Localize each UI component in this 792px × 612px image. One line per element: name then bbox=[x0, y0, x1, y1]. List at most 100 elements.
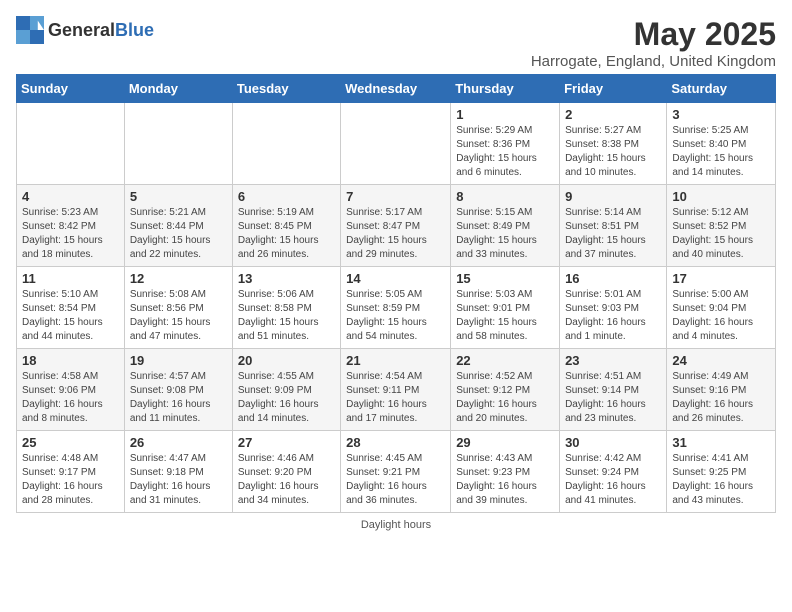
calendar-cell: 15Sunrise: 5:03 AM Sunset: 9:01 PM Dayli… bbox=[451, 267, 560, 349]
calendar-cell: 12Sunrise: 5:08 AM Sunset: 8:56 PM Dayli… bbox=[124, 267, 232, 349]
calendar-cell: 9Sunrise: 5:14 AM Sunset: 8:51 PM Daylig… bbox=[560, 185, 667, 267]
day-number: 1 bbox=[456, 107, 554, 122]
day-info: Sunrise: 4:45 AM Sunset: 9:21 PM Dayligh… bbox=[346, 452, 445, 508]
day-info: Sunrise: 5:14 AM Sunset: 8:51 PM Dayligh… bbox=[565, 206, 661, 262]
day-info: Sunrise: 5:21 AM Sunset: 8:44 PM Dayligh… bbox=[130, 206, 227, 262]
day-info: Sunrise: 5:29 AM Sunset: 8:36 PM Dayligh… bbox=[456, 124, 554, 180]
calendar-cell bbox=[17, 103, 125, 185]
day-info: Sunrise: 4:54 AM Sunset: 9:11 PM Dayligh… bbox=[346, 370, 445, 426]
logo-icon bbox=[16, 16, 44, 44]
day-info: Sunrise: 5:27 AM Sunset: 8:38 PM Dayligh… bbox=[565, 124, 661, 180]
day-number: 7 bbox=[346, 189, 445, 204]
calendar-cell: 20 Sunrise: 4:55 AM Sunset: 9:09 PM Dayli… bbox=[232, 349, 340, 431]
day-info: Sunrise: 4:47 AM Sunset: 9:18 PM Dayligh… bbox=[130, 452, 227, 508]
day-info: Sunrise: 5:12 AM Sunset: 8:52 PM Dayligh… bbox=[672, 206, 770, 262]
logo-blue-text: Blue bbox=[115, 20, 154, 40]
day-number: 22 bbox=[456, 353, 554, 368]
day-info: Sunrise: 4:52 AM Sunset: 9:12 PM Dayligh… bbox=[456, 370, 554, 426]
day-number: 13 bbox=[238, 271, 335, 286]
day-info: Sunrise: 4:55 AM Sunset: 9:09 PM Dayligh… bbox=[238, 370, 335, 426]
day-number: 4 bbox=[22, 189, 119, 204]
day-info: Sunrise: 5:05 AM Sunset: 8:59 PM Dayligh… bbox=[346, 288, 445, 344]
calendar-footer: Daylight hours bbox=[16, 519, 776, 531]
weekday-header-thursday: Thursday bbox=[451, 75, 560, 103]
weekday-header-friday: Friday bbox=[560, 75, 667, 103]
day-info: Sunrise: 4:51 AM Sunset: 9:14 PM Dayligh… bbox=[565, 370, 661, 426]
location-title: Harrogate, England, United Kingdom bbox=[531, 53, 776, 70]
calendar-cell bbox=[232, 103, 340, 185]
day-info: Sunrise: 5:08 AM Sunset: 8:56 PM Dayligh… bbox=[130, 288, 227, 344]
calendar-cell: 31Sunrise: 4:41 AM Sunset: 9:25 PM Dayli… bbox=[667, 431, 776, 513]
day-number: 20 bbox=[238, 353, 335, 368]
day-number: 17 bbox=[672, 271, 770, 286]
weekday-header-row: SundayMondayTuesdayWednesdayThursdayFrid… bbox=[17, 75, 776, 103]
calendar-week-row: 1 Sunrise: 5:29 AM Sunset: 8:36 PM Daylig… bbox=[17, 103, 776, 185]
day-info: Sunrise: 5:19 AM Sunset: 8:45 PM Dayligh… bbox=[238, 206, 335, 262]
day-info: Sunrise: 4:57 AM Sunset: 9:08 PM Dayligh… bbox=[130, 370, 227, 426]
day-number: 24 bbox=[672, 353, 770, 368]
weekday-header-tuesday: Tuesday bbox=[232, 75, 340, 103]
day-number: 27 bbox=[238, 435, 335, 450]
calendar-week-row: 18Sunrise: 4:58 AM Sunset: 9:06 PM Dayli… bbox=[17, 349, 776, 431]
calendar-week-row: 4Sunrise: 5:23 AM Sunset: 8:42 PM Daylig… bbox=[17, 185, 776, 267]
calendar-cell: 19Sunrise: 4:57 AM Sunset: 9:08 PM Dayli… bbox=[124, 349, 232, 431]
day-number: 3 bbox=[672, 107, 770, 122]
day-number: 30 bbox=[565, 435, 661, 450]
calendar-cell: 21 Sunrise: 4:54 AM Sunset: 9:11 PM Dayli… bbox=[341, 349, 451, 431]
calendar-cell: 5 Sunrise: 5:21 AM Sunset: 8:44 PM Daylig… bbox=[124, 185, 232, 267]
day-info: Sunrise: 4:48 AM Sunset: 9:17 PM Dayligh… bbox=[22, 452, 119, 508]
calendar-cell: 27 Sunrise: 4:46 AM Sunset: 9:20 PM Dayli… bbox=[232, 431, 340, 513]
day-number: 2 bbox=[565, 107, 661, 122]
day-info: Sunrise: 4:46 AM Sunset: 9:20 PM Dayligh… bbox=[238, 452, 335, 508]
weekday-header-saturday: Saturday bbox=[667, 75, 776, 103]
calendar-cell: 1 Sunrise: 5:29 AM Sunset: 8:36 PM Daylig… bbox=[451, 103, 560, 185]
calendar-cell: 13 Sunrise: 5:06 AM Sunset: 8:58 PM Dayli… bbox=[232, 267, 340, 349]
calendar-cell: 16 Sunrise: 5:01 AM Sunset: 9:03 PM Dayli… bbox=[560, 267, 667, 349]
calendar-week-row: 11Sunrise: 5:10 AM Sunset: 8:54 PM Dayli… bbox=[17, 267, 776, 349]
day-number: 28 bbox=[346, 435, 445, 450]
day-number: 18 bbox=[22, 353, 119, 368]
day-info: Sunrise: 5:01 AM Sunset: 9:03 PM Dayligh… bbox=[565, 288, 661, 344]
calendar-cell: 18Sunrise: 4:58 AM Sunset: 9:06 PM Dayli… bbox=[17, 349, 125, 431]
day-info: Sunrise: 5:06 AM Sunset: 8:58 PM Dayligh… bbox=[238, 288, 335, 344]
daylight-hours-label: Daylight hours bbox=[361, 519, 431, 531]
calendar-cell: 30Sunrise: 4:42 AM Sunset: 9:24 PM Dayli… bbox=[560, 431, 667, 513]
calendar-cell: 2 Sunrise: 5:27 AM Sunset: 8:38 PM Daylig… bbox=[560, 103, 667, 185]
calendar-cell: 29Sunrise: 4:43 AM Sunset: 9:23 PM Dayli… bbox=[451, 431, 560, 513]
calendar-cell: 10 Sunrise: 5:12 AM Sunset: 8:52 PM Dayli… bbox=[667, 185, 776, 267]
weekday-header-monday: Monday bbox=[124, 75, 232, 103]
calendar-cell: 7 Sunrise: 5:17 AM Sunset: 8:47 PM Daylig… bbox=[341, 185, 451, 267]
page-header: GeneralBlue May 2025 Harrogate, England,… bbox=[16, 16, 776, 70]
title-block: May 2025 Harrogate, England, United King… bbox=[531, 16, 776, 70]
calendar-cell bbox=[124, 103, 232, 185]
day-info: Sunrise: 4:41 AM Sunset: 9:25 PM Dayligh… bbox=[672, 452, 770, 508]
calendar-cell: 24 Sunrise: 4:49 AM Sunset: 9:16 PM Dayli… bbox=[667, 349, 776, 431]
day-number: 23 bbox=[565, 353, 661, 368]
logo: GeneralBlue bbox=[16, 16, 154, 44]
day-number: 8 bbox=[456, 189, 554, 204]
day-info: Sunrise: 5:00 AM Sunset: 9:04 PM Dayligh… bbox=[672, 288, 770, 344]
calendar-cell bbox=[341, 103, 451, 185]
day-number: 5 bbox=[130, 189, 227, 204]
day-info: Sunrise: 4:49 AM Sunset: 9:16 PM Dayligh… bbox=[672, 370, 770, 426]
day-number: 16 bbox=[565, 271, 661, 286]
day-info: Sunrise: 5:15 AM Sunset: 8:49 PM Dayligh… bbox=[456, 206, 554, 262]
day-number: 11 bbox=[22, 271, 119, 286]
weekday-header-sunday: Sunday bbox=[17, 75, 125, 103]
day-number: 15 bbox=[456, 271, 554, 286]
day-info: Sunrise: 5:17 AM Sunset: 8:47 PM Dayligh… bbox=[346, 206, 445, 262]
calendar-cell: 4Sunrise: 5:23 AM Sunset: 8:42 PM Daylig… bbox=[17, 185, 125, 267]
calendar-cell: 11Sunrise: 5:10 AM Sunset: 8:54 PM Dayli… bbox=[17, 267, 125, 349]
calendar-cell: 25Sunrise: 4:48 AM Sunset: 9:17 PM Dayli… bbox=[17, 431, 125, 513]
month-title: May 2025 bbox=[531, 16, 776, 53]
calendar-cell: 28 Sunrise: 4:45 AM Sunset: 9:21 PM Dayli… bbox=[341, 431, 451, 513]
calendar-cell: 8 Sunrise: 5:15 AM Sunset: 8:49 PM Daylig… bbox=[451, 185, 560, 267]
logo-general-text: General bbox=[48, 20, 115, 40]
calendar-cell: 23 Sunrise: 4:51 AM Sunset: 9:14 PM Dayli… bbox=[560, 349, 667, 431]
calendar-cell: 3Sunrise: 5:25 AM Sunset: 8:40 PM Daylig… bbox=[667, 103, 776, 185]
calendar-cell: 26Sunrise: 4:47 AM Sunset: 9:18 PM Dayli… bbox=[124, 431, 232, 513]
calendar-cell: 22 Sunrise: 4:52 AM Sunset: 9:12 PM Dayli… bbox=[451, 349, 560, 431]
day-number: 10 bbox=[672, 189, 770, 204]
calendar-table: SundayMondayTuesdayWednesdayThursdayFrid… bbox=[16, 74, 776, 513]
day-number: 21 bbox=[346, 353, 445, 368]
